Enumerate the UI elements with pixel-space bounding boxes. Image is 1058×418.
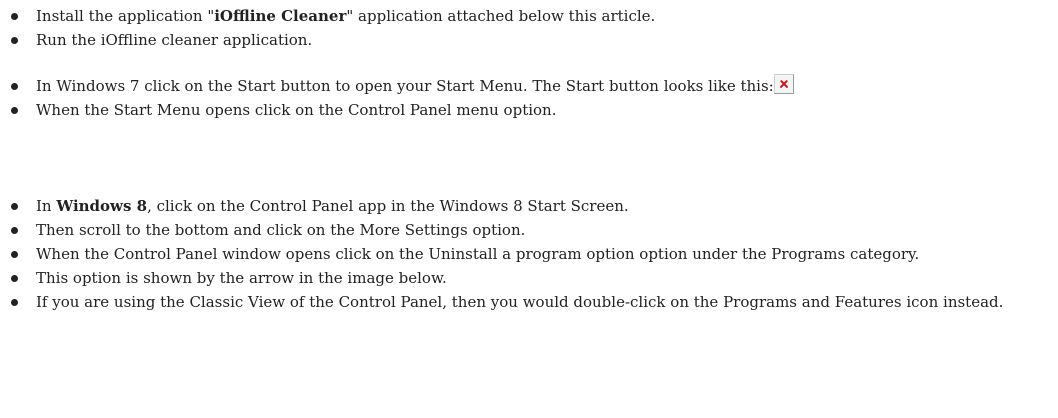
- bullet-icon: [11, 203, 18, 210]
- steps-list-group-3: In Windows 8, click on the Control Panel…: [0, 194, 1058, 314]
- broken-image-icon: [773, 74, 794, 94]
- list-item: In Windows 7 click on the Start button t…: [0, 74, 1058, 98]
- list-item: When the Control Panel window opens clic…: [0, 242, 1036, 266]
- step-text: When the Start Menu opens click on the C…: [36, 101, 557, 119]
- list-item: When the Start Menu opens click on the C…: [0, 98, 1058, 122]
- bullet-icon: [11, 107, 18, 114]
- step-text-before: In: [36, 197, 57, 215]
- app-name: iOffline Cleaner: [214, 7, 347, 25]
- list-item: If you are using the Classic View of the…: [0, 290, 1036, 314]
- step-text: In Windows 7 click on the Start button t…: [36, 77, 774, 95]
- bullet-icon: [11, 251, 18, 258]
- bullet-icon: [11, 299, 18, 306]
- os-name: Windows 8: [56, 197, 148, 215]
- bullet-icon: [11, 275, 18, 282]
- bullet-icon: [11, 227, 18, 234]
- step-text: Run the iOffline cleaner application.: [36, 31, 313, 49]
- step-text-before: Install the application ": [36, 7, 215, 25]
- step-text-after: , click on the Control Panel app in the …: [147, 197, 629, 215]
- step-text: If you are using the Classic View of the…: [36, 293, 1004, 311]
- bullet-icon: [11, 13, 18, 20]
- bullet-icon: [11, 83, 18, 90]
- list-item: Run the iOffline cleaner application.: [0, 28, 1058, 52]
- list-item: In Windows 8, click on the Control Panel…: [0, 194, 1058, 218]
- list-item: Then scroll to the bottom and click on t…: [0, 218, 1058, 242]
- step-text: When the Control Panel window opens clic…: [36, 245, 920, 263]
- steps-list-group-2: In Windows 7 click on the Start button t…: [0, 74, 1058, 122]
- step-text: Then scroll to the bottom and click on t…: [36, 221, 526, 239]
- list-item: Install the application "iOffline Cleane…: [0, 4, 1058, 28]
- step-text: This option is shown by the arrow in the…: [36, 269, 447, 287]
- bullet-icon: [11, 37, 18, 44]
- step-text-after: " application attached below this articl…: [346, 7, 656, 25]
- list-item: This option is shown by the arrow in the…: [0, 266, 1058, 290]
- steps-list-group-1: Install the application "iOffline Cleane…: [0, 4, 1058, 52]
